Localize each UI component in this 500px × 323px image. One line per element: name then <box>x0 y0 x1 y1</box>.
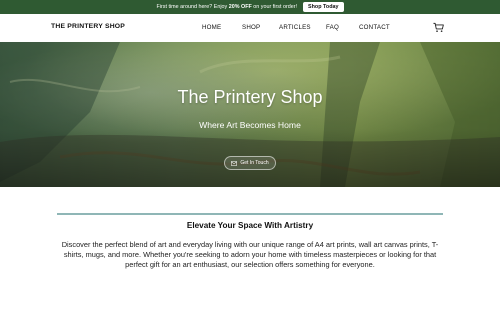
header: THE PRINTERY SHOP HOME SHOP ARTICLES FAQ… <box>0 14 500 42</box>
promo-text: First time around here? Enjoy 20% OFF on… <box>156 4 298 10</box>
hero-title: The Printery Shop <box>177 87 323 107</box>
nav-home[interactable]: HOME <box>202 24 221 31</box>
envelope-icon <box>231 160 238 166</box>
intro-body: Discover the perfect blend of art and ev… <box>61 240 439 270</box>
intro-title: Elevate Your Space With Artistry <box>186 221 314 230</box>
shop-today-button[interactable]: Shop Today <box>303 2 344 12</box>
section-divider <box>57 213 443 215</box>
nav-articles[interactable]: ARTICLES <box>279 24 311 31</box>
nav-shop[interactable]: SHOP <box>242 24 260 31</box>
hero-banner: The Printery Shop Where Art Becomes Home… <box>0 42 500 187</box>
nav-contact[interactable]: CONTACT <box>359 24 390 31</box>
nav-faq[interactable]: FAQ <box>326 24 339 31</box>
main-menu: HOME SHOP ARTICLES FAQ CONTACT <box>0 14 500 42</box>
promo-bar: First time around here? Enjoy 20% OFF on… <box>0 0 500 14</box>
cart-icon[interactable] <box>433 22 444 33</box>
hero-subtitle: Where Art Becomes Home <box>199 120 301 130</box>
get-in-touch-label: Get In Touch <box>240 160 269 166</box>
promo-discount: 20% OFF <box>228 4 252 10</box>
get-in-touch-button[interactable]: Get In Touch <box>224 156 276 170</box>
